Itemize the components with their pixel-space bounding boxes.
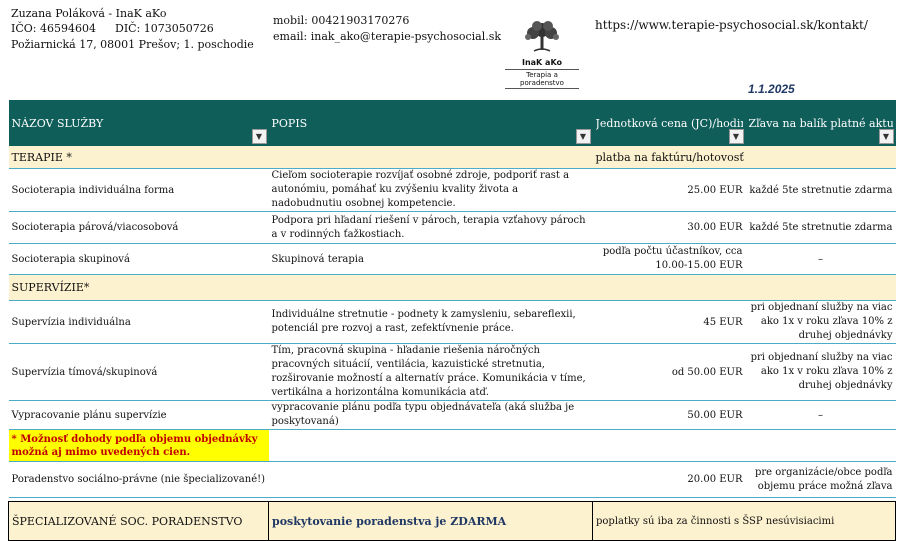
service-name: Socioterapia párová/viacosobová xyxy=(8,211,269,244)
service-price: 30.00 EUR xyxy=(592,211,746,244)
table-row: Supervízia tímová/skupinová Tím, pracovn… xyxy=(8,343,896,401)
special-counseling-row: ŠPECIALIZOVANÉ SOC. PORADENSTVO poskytov… xyxy=(8,501,896,541)
table-row: Vypracovanie plánu supervízie vypracovan… xyxy=(8,400,896,430)
service-price: 20.00 EUR xyxy=(592,461,746,498)
service-discount: každé 5te stretnutie zdarma xyxy=(745,168,896,212)
category-label: SUPERVÍZIE* xyxy=(8,274,269,301)
service-price: 50.00 EUR xyxy=(592,400,746,430)
category-row-supervision: SUPERVÍZIE* xyxy=(8,274,896,301)
tree-icon xyxy=(525,21,559,52)
col-service-name: NÁZOV SLUŽBY ▼ xyxy=(8,100,269,146)
service-discount: každé 5te stretnutie zdarma xyxy=(745,211,896,244)
provider-address: Požiarnická 17, 08001 Prešov; 1. poschod… xyxy=(11,38,254,51)
fees-note: poplatky sú iba za činnosti s ŠSP nesúvi… xyxy=(592,501,896,541)
table-header-row: NÁZOV SLUŽBY ▼ POPIS ▼ Jednotková cena (JC… xyxy=(8,100,896,146)
service-name: Socioterapia individuálna forma xyxy=(8,168,269,212)
service-price: od 50.00 EUR xyxy=(592,343,746,401)
price-table: NÁZOV SLUŽBY ▼ POPIS ▼ Jednotková cena (JC… xyxy=(8,100,896,541)
service-description: Tím, pracovná skupina - hľadanie riešeni… xyxy=(268,343,593,401)
category-label: TERAPIE * xyxy=(8,146,269,169)
col-discount: Zľava na balík platné aktuálne▼ xyxy=(745,100,896,146)
service-discount: pre organizácie/obce podľa objemu práce … xyxy=(745,461,896,498)
col-description: POPIS ▼ xyxy=(268,100,593,146)
service-discount: pri objednaní služby na viac ako 1x v ro… xyxy=(745,343,896,401)
filter-dropdown-icon[interactable]: ▼ xyxy=(728,129,744,144)
service-discount: – xyxy=(745,400,896,430)
payment-note: platba na faktúru/hotovosť xyxy=(592,146,896,169)
table-row: Poradenstvo sociálno-právne (nie špecial… xyxy=(8,461,896,498)
service-description: vypracovanie plánu podľa typu objednávat… xyxy=(268,400,593,430)
table-row: Supervízia individuálna Individuálne str… xyxy=(8,300,896,344)
provider-name: Zuzana Poláková - InaK aKo xyxy=(11,7,167,20)
table-row: Socioterapia párová/viacosobová Podpora … xyxy=(8,211,896,244)
service-discount: pri objednaní služby na viac ako 1x v ro… xyxy=(745,300,896,344)
service-description: Individuálne stretnutie - podnety k zamy… xyxy=(268,300,593,344)
table-row: Socioterapia skupinová Skupinová terapia… xyxy=(8,243,896,275)
service-description: Cieľom socioterapie rozvíjať osobné zdro… xyxy=(268,168,593,212)
provider-ico: IČO: 46594604 xyxy=(11,22,96,35)
price-list-date: 1.1.2025 xyxy=(748,82,795,96)
service-description: Skupinová terapia xyxy=(268,243,593,275)
service-name: Vypracovanie plánu supervízie xyxy=(8,400,269,430)
provider-dic: DIČ: 1073050726 xyxy=(115,22,214,35)
service-name: Socioterapia skupinová xyxy=(8,243,269,275)
filter-dropdown-icon[interactable]: ▼ xyxy=(251,129,267,144)
logo: InaK aKo Terapia a poradenstvo xyxy=(505,20,579,89)
table-row: Socioterapia individuálna forma Cieľom s… xyxy=(8,168,896,212)
service-price: 25.00 EUR xyxy=(592,168,746,212)
provider-email: email: inak_ako@terapie-psychosocial.sk xyxy=(273,30,502,43)
note-row: * Možnosť dohody podľa objemu objednávky… xyxy=(8,429,896,462)
filter-dropdown-icon[interactable]: ▼ xyxy=(878,129,894,144)
service-price: podľa počtu účastníkov, cca 10.00-15.00 … xyxy=(592,243,746,275)
filter-dropdown-icon[interactable]: ▼ xyxy=(575,129,591,144)
service-name: ŠPECIALIZOVANÉ SOC. PORADENSTVO xyxy=(8,501,269,541)
price-agreement-note: * Možnosť dohody podľa objemu objednávky… xyxy=(8,429,269,462)
website-link[interactable]: https://www.terapie-psychosocial.sk/kont… xyxy=(595,18,868,32)
service-description: Podpora pri hľadaní riešení v pároch, te… xyxy=(268,211,593,244)
col-unit-price: Jednotková cena (JC)/hodina ▼ xyxy=(592,100,746,146)
service-name: Supervízia tímová/skupinová xyxy=(8,343,269,401)
service-name: Supervízia individuálna xyxy=(8,300,269,344)
category-row-therapy: TERAPIE * platba na faktúru/hotovosť xyxy=(8,146,896,169)
free-service-note: poskytovanie poradenstva je ZDARMA xyxy=(268,501,593,541)
logo-tagline: Terapia a poradenstvo xyxy=(505,69,579,89)
service-name: Poradenstvo sociálno-právne (nie špecial… xyxy=(8,461,269,498)
provider-mobile: mobil: 00421903170276 xyxy=(273,14,410,27)
service-price: 45 EUR xyxy=(592,300,746,344)
service-discount: – xyxy=(745,243,896,275)
logo-brand: InaK aKo xyxy=(521,58,562,67)
